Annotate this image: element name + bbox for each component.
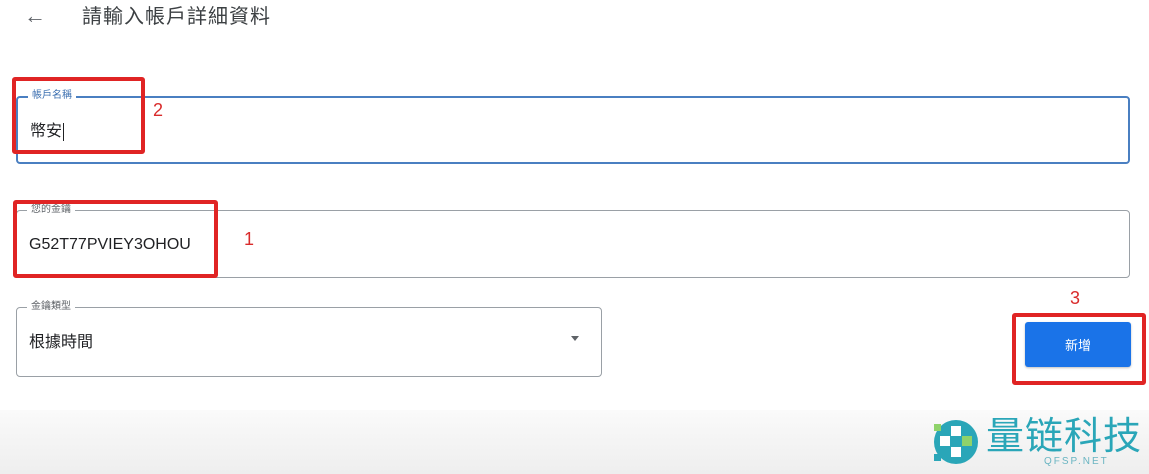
logo-mark-icon <box>934 420 978 464</box>
account-name-input[interactable]: 幣安 <box>30 122 65 142</box>
account-details-page: ← 請輸入帳戶詳細資料 帳戶名稱 幣安 您的金鑰 G52T77PVIEY3OHO… <box>0 0 1149 474</box>
account-name-field[interactable]: 帳戶名稱 幣安 <box>16 89 1130 164</box>
logo-text: 量链科技 <box>986 414 1143 458</box>
dropdown-arrow-icon <box>571 336 579 341</box>
key-input[interactable]: G52T77PVIEY3OHOU <box>29 235 191 255</box>
add-button[interactable]: 新增 <box>1025 322 1131 367</box>
annotation-number-2: 2 <box>153 100 164 120</box>
key-label: 您的金鑰 <box>27 203 75 217</box>
annotation-number-3: 3 <box>1070 288 1081 308</box>
annotation-number-1: 1 <box>244 229 255 249</box>
account-name-label: 帳戶名稱 <box>28 89 76 103</box>
key-type-label: 金鑰類型 <box>27 300 75 314</box>
key-type-select[interactable]: 金鑰類型 根據時間 <box>16 300 602 377</box>
account-name-value: 幣安 <box>30 123 63 140</box>
page-title: 請輸入帳戶詳細資料 <box>82 6 271 28</box>
key-type-selected-value: 根據時間 <box>29 334 94 351</box>
watermark-logo: 量链科技 QFSP.NET <box>928 412 1149 474</box>
logo-subtext: QFSP.NET <box>1044 456 1109 467</box>
back-arrow-icon[interactable]: ← <box>24 3 46 29</box>
text-caret <box>63 122 65 141</box>
app-header: ← 請輸入帳戶詳細資料 <box>0 0 1149 36</box>
key-field[interactable]: 您的金鑰 G52T77PVIEY3OHOU <box>16 203 1130 278</box>
